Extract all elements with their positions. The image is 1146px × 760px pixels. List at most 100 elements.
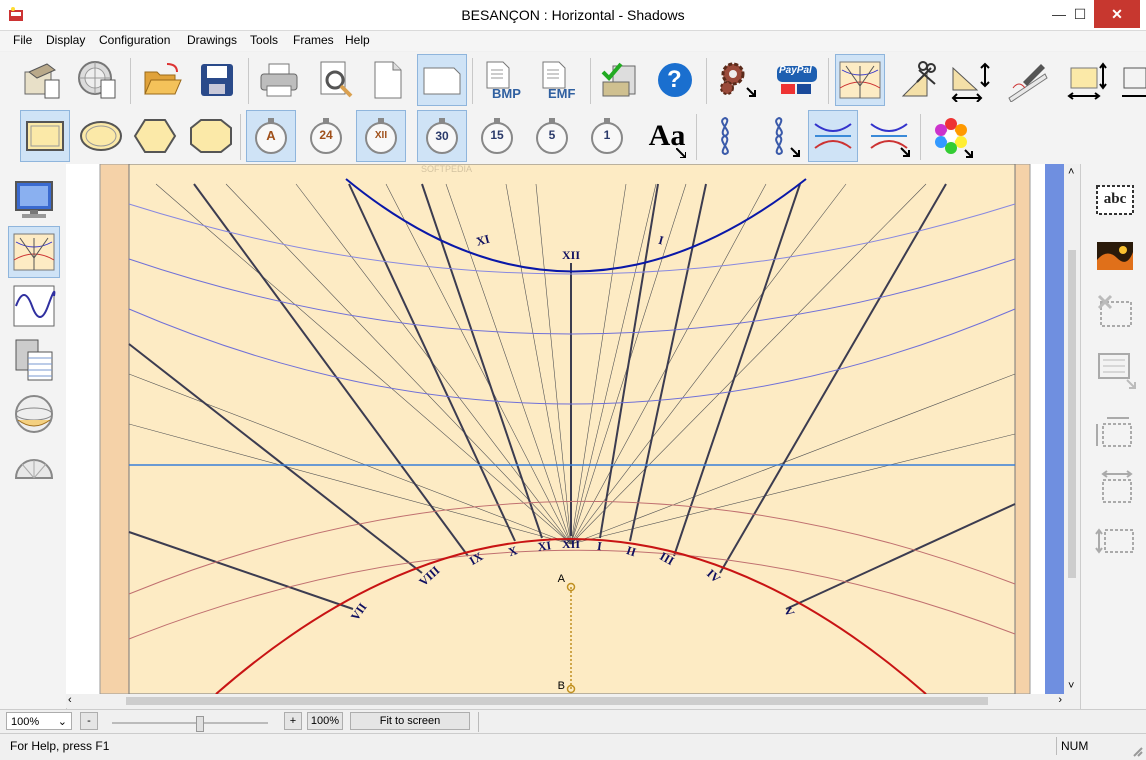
left-view-panel — [0, 164, 67, 709]
fit-to-screen-button[interactable]: Fit to screen — [350, 712, 470, 730]
ellipse-shape-button[interactable] — [76, 110, 126, 162]
list-frame-icon — [1098, 353, 1136, 389]
menu-display[interactable]: Display — [46, 33, 85, 47]
zoom-100-button[interactable]: 100% — [307, 712, 343, 730]
export-emf-button[interactable]: EMF — [534, 54, 584, 106]
analemma-options-button[interactable] — [754, 110, 804, 162]
clock-a-button[interactable]: A — [246, 110, 296, 162]
print-button[interactable] — [254, 54, 304, 106]
menu-help[interactable]: Help — [345, 33, 370, 47]
toolbar-separator — [920, 114, 921, 160]
clock-30-button[interactable]: 30 — [417, 110, 467, 162]
analemma-button[interactable] — [700, 110, 750, 162]
chevron-down-icon: ⌄ — [57, 716, 67, 728]
rectangle-shape-button[interactable] — [20, 110, 70, 162]
sundial-canvas[interactable]: XI XII I VII VIII IX X XI XII I II III IV V A B SOFTPEDI… — [66, 164, 1064, 694]
colors-button[interactable] — [926, 110, 976, 162]
delete-frame-icon — [1097, 294, 1132, 327]
font-button[interactable]: Aa — [642, 110, 692, 162]
declination-options-button[interactable] — [864, 110, 914, 162]
zoom-toolbar: 100% ⌄ - + 100% Fit to screen — [0, 709, 1146, 734]
maximize-button[interactable]: ☐ — [1064, 0, 1096, 28]
scroll-left-arrow[interactable]: ‹ — [68, 694, 72, 706]
gnomon-button[interactable] — [944, 54, 994, 106]
align-frame-button[interactable] — [1089, 516, 1141, 568]
dial-view-button[interactable] — [835, 54, 885, 106]
paypal-donate-button[interactable]: PayPal — [772, 54, 822, 106]
align-frame-icon — [1095, 528, 1134, 554]
zoom-select[interactable]: 100% ⌄ — [6, 712, 72, 730]
frame-partial-icon — [1122, 67, 1146, 97]
new-sundial-button[interactable] — [16, 54, 66, 106]
hexagon-shape-button[interactable] — [130, 110, 180, 162]
resize-width-button[interactable] — [1089, 460, 1141, 512]
picture-icon — [1097, 242, 1133, 270]
resize-frame-button[interactable] — [1062, 54, 1112, 106]
print-preview-button[interactable] — [310, 54, 360, 106]
open-folder-icon — [144, 63, 182, 95]
image-tool-button[interactable] — [1089, 230, 1141, 282]
dial-view-side-button[interactable] — [8, 226, 60, 278]
dial-settings-button[interactable] — [72, 54, 122, 106]
close-button[interactable]: ✕ — [1094, 0, 1140, 28]
equation-curve-button[interactable] — [8, 280, 60, 332]
zoom-slider-track[interactable] — [112, 722, 268, 724]
clock-24-button[interactable]: 24 — [301, 110, 351, 162]
horizontal-scrollbar[interactable]: ‹ › — [66, 694, 1064, 708]
scroll-down-arrow[interactable]: ˅ — [1068, 680, 1074, 692]
new-sundial-icon — [24, 63, 60, 99]
dial-thumbnail-icon — [13, 233, 55, 271]
draw-tool-button[interactable] — [1002, 54, 1052, 106]
menu-file[interactable]: File — [13, 33, 32, 47]
menu-tools[interactable]: Tools — [250, 33, 278, 47]
resize-grip-icon[interactable] — [1132, 746, 1144, 758]
rectangle-shape-icon — [26, 121, 64, 151]
window-title: BESANÇON : Horizontal - Shadows — [461, 7, 685, 23]
settings-button[interactable] — [712, 54, 762, 106]
export-bmp-button[interactable]: BMP — [478, 54, 528, 106]
computer-view-button[interactable] — [8, 174, 60, 226]
blank-page-button[interactable] — [362, 54, 412, 106]
zoom-slider-thumb[interactable] — [196, 716, 204, 732]
more-frame-button[interactable] — [1118, 54, 1146, 106]
landscape-page-button[interactable] — [417, 54, 467, 106]
octagon-shape-button[interactable] — [186, 110, 236, 162]
scroll-right-arrow[interactable]: › — [1058, 694, 1062, 706]
check-calculator-button[interactable] — [594, 54, 644, 106]
blank-page-icon — [374, 61, 402, 99]
toolbar-separator — [240, 114, 241, 160]
clock-xii-button[interactable]: XII — [356, 110, 406, 162]
resize-width-icon — [1101, 470, 1133, 503]
delete-item-button[interactable] — [1089, 286, 1141, 338]
save-button[interactable] — [192, 54, 242, 106]
dial-shadow-edge — [1045, 164, 1064, 694]
clock-15-button[interactable]: 15 — [472, 110, 522, 162]
declination-lines-button[interactable] — [808, 110, 858, 162]
resize-height-button[interactable] — [1089, 404, 1141, 456]
help-button[interactable]: ? — [650, 54, 700, 106]
toolbar-separator — [828, 58, 829, 104]
clock-1-button[interactable]: 1 — [582, 110, 632, 162]
list-frame-button[interactable] — [1089, 342, 1141, 394]
half-dial-view-button[interactable] — [8, 442, 60, 494]
vertical-scroll-thumb[interactable] — [1068, 250, 1076, 578]
sphere-view-button[interactable] — [8, 388, 60, 440]
help-question-mark: ? — [667, 66, 682, 93]
menu-drawings[interactable]: Drawings — [187, 33, 237, 47]
zoom-in-button[interactable]: + — [284, 712, 302, 730]
zoom-out-button[interactable]: - — [80, 712, 98, 730]
sundial-drawing: XIXIIIVIIVIIIIX X XI XII I II IIIIVVABSOFTPEDI… — [66, 164, 1064, 694]
horizontal-scroll-thumb[interactable] — [126, 697, 988, 705]
dial-view-icon — [839, 61, 881, 99]
text-tool-button[interactable]: abc — [1089, 174, 1141, 226]
scroll-up-arrow[interactable]: ˄ — [1068, 166, 1074, 178]
clock-5-button[interactable]: 5 — [527, 110, 577, 162]
menu-configuration[interactable]: Configuration — [99, 33, 170, 47]
menu-frames[interactable]: Frames — [293, 33, 334, 47]
cut-tool-button[interactable] — [894, 54, 944, 106]
vertical-scrollbar[interactable]: ˄ ˅ — [1064, 164, 1080, 694]
calculator-view-button[interactable] — [8, 334, 60, 386]
landscape-page-icon — [423, 67, 461, 95]
open-folder-button[interactable] — [136, 54, 186, 106]
settings-gears-icon — [720, 62, 756, 97]
